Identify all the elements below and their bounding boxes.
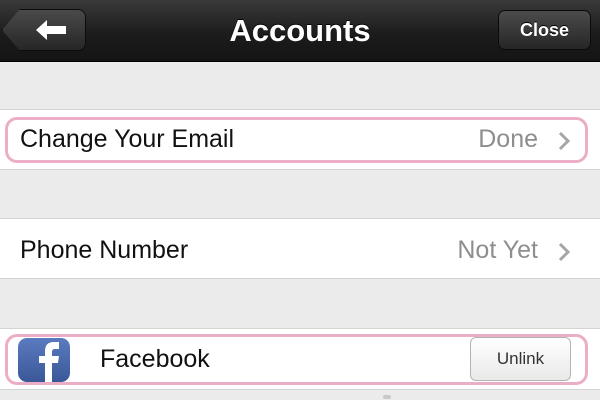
phone-status-value: Not Yet: [457, 236, 538, 264]
chevron-right-icon: [558, 131, 571, 151]
navigation-bar: Accounts Close: [0, 0, 600, 62]
change-email-row[interactable]: Change Your Email Done: [0, 109, 600, 170]
scroll-indicator: [383, 395, 391, 399]
change-email-label: Change Your Email: [20, 125, 235, 153]
phone-number-label: Phone Number: [20, 236, 189, 264]
page-title: Accounts: [229, 13, 371, 48]
facebook-label: Facebook: [100, 345, 210, 373]
back-arrow-icon: [36, 20, 66, 40]
phone-number-row[interactable]: Phone Number Not Yet: [0, 218, 600, 279]
chevron-right-icon: [558, 242, 571, 262]
facebook-logo-icon: [18, 338, 70, 382]
back-button[interactable]: [2, 9, 86, 51]
section-gap: [0, 390, 600, 400]
unlink-facebook-button[interactable]: Unlink: [470, 337, 571, 381]
close-button[interactable]: Close: [498, 10, 591, 50]
email-status-value: Done: [478, 125, 538, 153]
facebook-row: Facebook Unlink: [0, 328, 600, 390]
